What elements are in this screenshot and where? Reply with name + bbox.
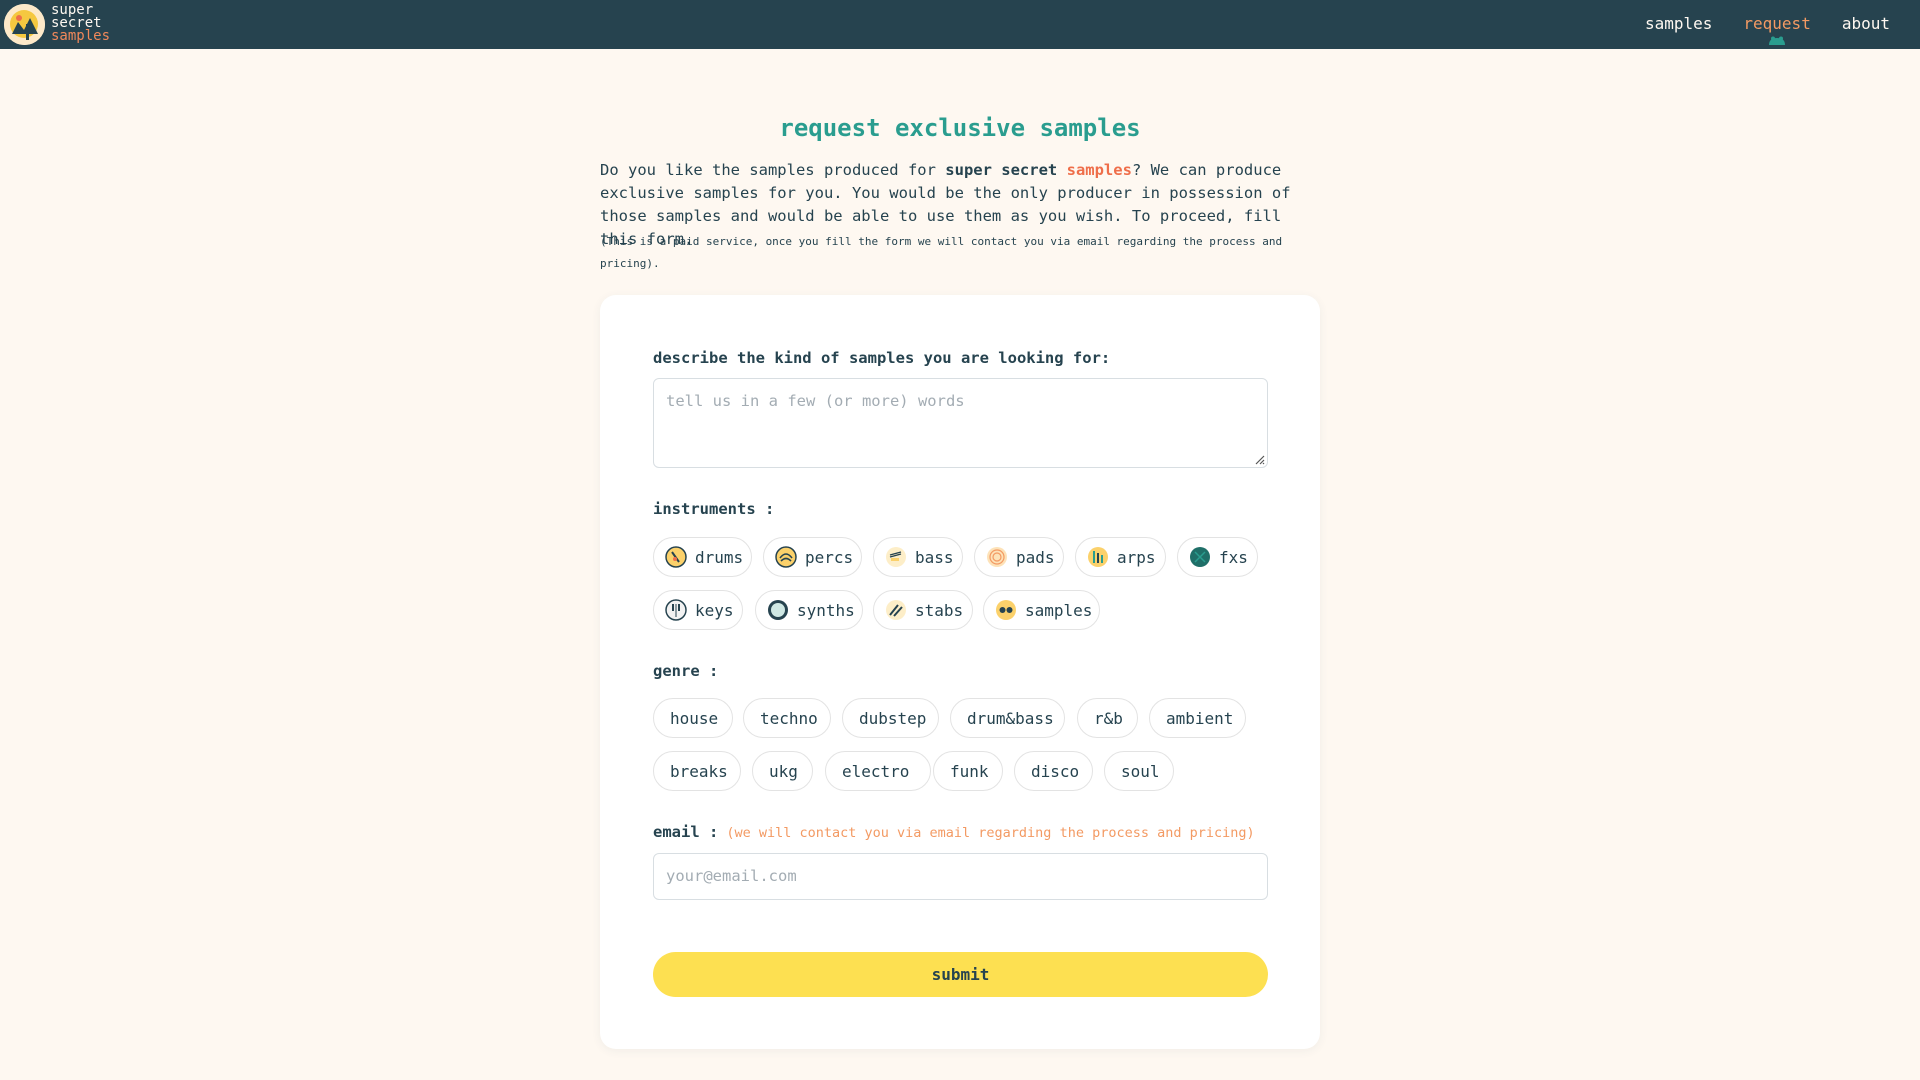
describe-label: describe the kind of samples you are loo… <box>653 349 1111 367</box>
nav-about[interactable]: about <box>1842 14 1890 33</box>
samples-icon <box>996 600 1016 620</box>
genre-chip-drum-and-bass[interactable]: drum&bass <box>950 698 1065 738</box>
instruments-label: instruments : <box>653 500 775 518</box>
email-label: email : (we will contact you via email re… <box>653 823 1255 841</box>
genre-label: genre : <box>653 662 719 680</box>
intro-brand-accent: samples <box>1066 161 1132 179</box>
instrument-chip-arps[interactable]: arps <box>1075 537 1166 577</box>
describe-placeholder: tell us in a few (or more) words <box>666 392 965 410</box>
instrument-chip-samples[interactable]: samples <box>983 590 1100 630</box>
genre-chip-dubstep[interactable]: dubstep <box>842 698 939 738</box>
chip-label: synths <box>797 600 855 620</box>
chip-label: samples <box>1025 600 1093 620</box>
percs-icon <box>775 546 797 568</box>
genre-chip-house[interactable]: house <box>653 698 733 738</box>
instrument-chip-keys[interactable]: keys <box>653 590 743 630</box>
page-title: request exclusive samples <box>779 114 1141 142</box>
email-placeholder: your@email.com <box>666 867 797 885</box>
chip-label: stabs <box>915 600 964 620</box>
fxs-icon <box>1190 547 1210 567</box>
genre-chip-electro[interactable]: electro <box>825 751 931 791</box>
nav-request-label: request <box>1743 14 1811 33</box>
email-hint: (we will contact you via email regarding… <box>726 825 1255 841</box>
drums-icon <box>665 546 687 568</box>
submit-button[interactable]: submit <box>653 952 1268 997</box>
genre-chip-soul[interactable]: soul <box>1104 751 1174 791</box>
intro-text-1: Do you like the samples produced for <box>600 161 946 179</box>
email-field[interactable]: your@email.com <box>653 853 1268 900</box>
nav-samples[interactable]: samples <box>1645 14 1712 33</box>
intro-brand-bold: super secret <box>945 161 1058 179</box>
paid-service-note: (This is a paid service, once you fill t… <box>600 235 1283 270</box>
genre-chip-ukg[interactable]: ukg <box>752 751 813 791</box>
chip-label: keys <box>695 600 734 620</box>
brand-line-3: samples <box>51 28 111 44</box>
instrument-chip-fxs[interactable]: fxs <box>1177 537 1258 577</box>
instrument-chip-drums[interactable]: drums <box>653 537 752 577</box>
resize-handle-icon[interactable] <box>1253 453 1265 465</box>
keys-icon <box>665 599 687 621</box>
bass-icon <box>886 547 906 567</box>
synths-icon <box>768 600 788 620</box>
active-indicator-icon <box>1769 36 1786 45</box>
instrument-chip-bass[interactable]: bass <box>873 537 963 577</box>
pads-icon <box>987 547 1007 567</box>
stabs-icon <box>886 600 906 620</box>
genre-chip-breaks[interactable]: breaks <box>653 751 741 791</box>
main-nav: samples request about <box>1645 14 1890 45</box>
genre-chip-techno[interactable]: techno <box>743 698 831 738</box>
email-label-text: email : <box>653 823 719 841</box>
chip-label: percs <box>805 547 854 567</box>
instrument-chip-stabs[interactable]: stabs <box>873 590 973 630</box>
brand-wordmark[interactable]: super secret samples <box>51 3 111 44</box>
genre-chip-disco[interactable]: disco <box>1014 751 1093 791</box>
describe-textarea[interactable]: tell us in a few (or more) words <box>653 378 1268 468</box>
chip-label: pads <box>1016 547 1055 567</box>
chip-label: drums <box>695 547 744 567</box>
instrument-chip-synths[interactable]: synths <box>755 590 863 630</box>
instrument-chip-percs[interactable]: percs <box>763 537 862 577</box>
arps-icon <box>1088 547 1108 567</box>
genre-chip-rnb[interactable]: r&b <box>1077 698 1138 738</box>
instrument-chip-pads[interactable]: pads <box>974 537 1064 577</box>
logo-icon[interactable] <box>1 1 48 48</box>
genre-chip-funk[interactable]: funk <box>933 751 1003 791</box>
chip-label: bass <box>915 547 954 567</box>
top-navbar: super secret samples samples request abo… <box>0 0 1920 49</box>
chip-label: fxs <box>1219 547 1248 567</box>
chip-label: arps <box>1117 547 1156 567</box>
nav-request[interactable]: request <box>1743 14 1811 45</box>
genre-chip-ambient[interactable]: ambient <box>1149 698 1246 738</box>
